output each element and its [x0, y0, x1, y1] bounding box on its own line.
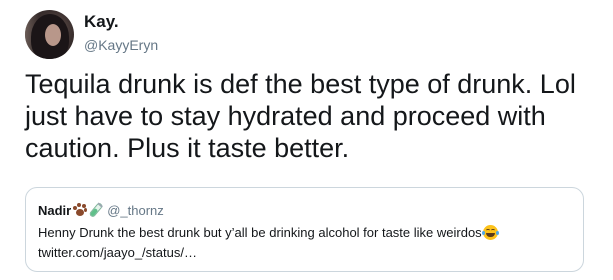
paw-prints-icon: [72, 203, 88, 217]
tweet-card: Kay. @KayyEryn Tequila drunk is def the …: [0, 0, 613, 280]
test-tube-icon: [90, 202, 103, 217]
quoted-tweet-text: Henny Drunk the best drunk but y’all be …: [38, 223, 578, 263]
tears-of-joy-icon: [481, 225, 499, 240]
quoted-tweet-body: Henny Drunk the best drunk but y’all be …: [38, 225, 482, 240]
quoted-handle[interactable]: @_thornz: [107, 203, 164, 218]
author-avatar[interactable]: [25, 10, 74, 59]
avatar-face: [45, 24, 61, 46]
quoted-tweet[interactable]: Nadir @_thornz Henny Drunk the best drun…: [25, 187, 584, 272]
author-display-name[interactable]: Kay.: [84, 12, 119, 32]
quoted-tweet-link[interactable]: twitter.com/jaayo_/status/…: [38, 245, 197, 260]
author-handle[interactable]: @KayyEryn: [84, 36, 158, 54]
quoted-display-name[interactable]: Nadir: [38, 203, 71, 218]
quoted-tweet-header: Nadir @_thornz: [38, 202, 164, 219]
tweet-text: Tequila drunk is def the best type of dr…: [25, 69, 576, 163]
